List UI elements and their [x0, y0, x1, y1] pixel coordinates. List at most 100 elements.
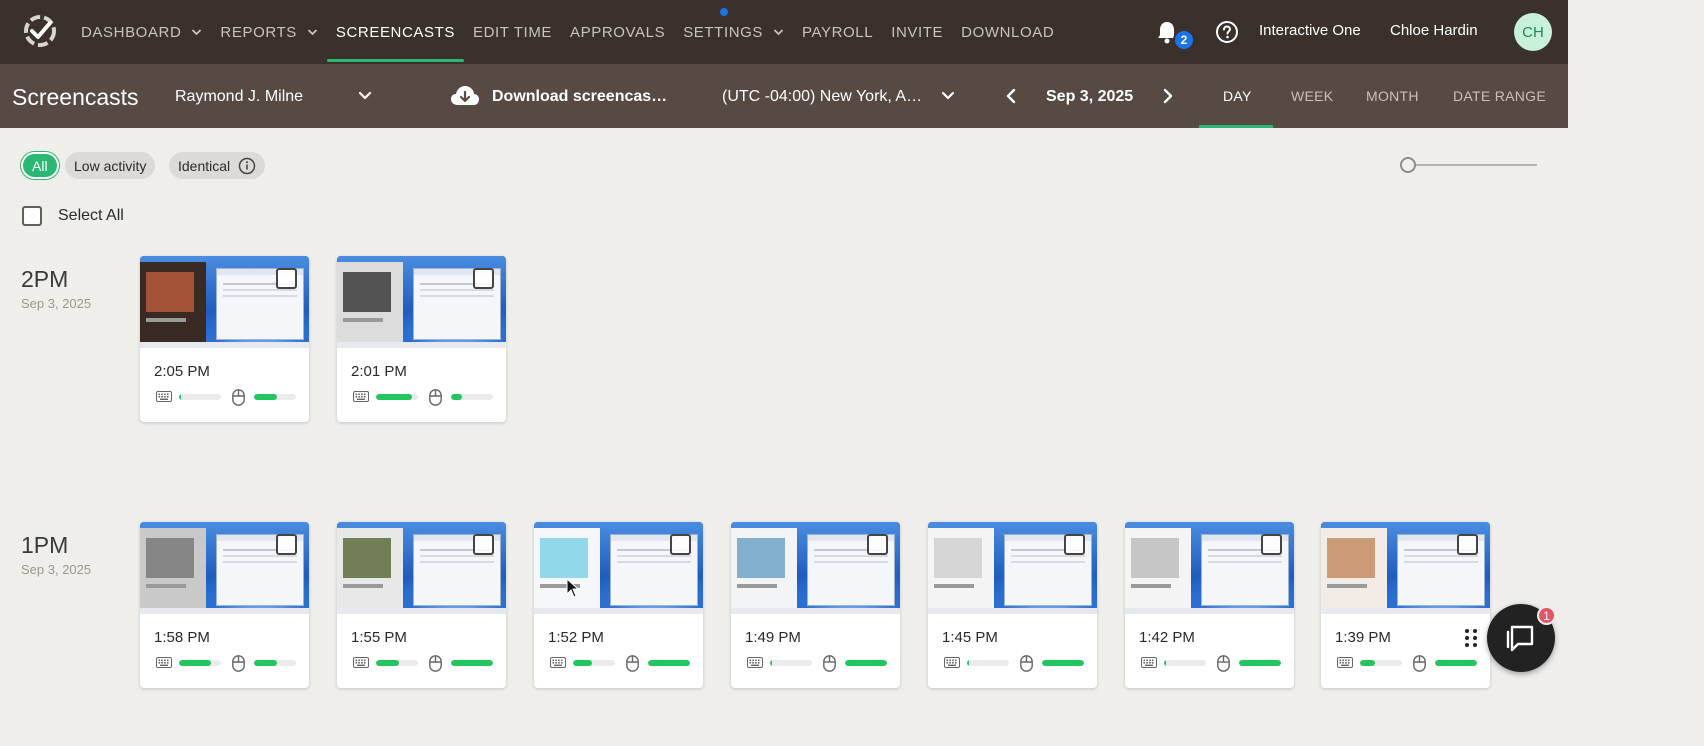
cloud-download-icon[interactable]: [450, 85, 480, 107]
keyboard-activity-bar: [1164, 660, 1206, 666]
filter-chip-identical[interactable]: Identical: [169, 152, 266, 179]
keyboard-activity-bar: [179, 394, 221, 400]
thumbnail-taskbar: [140, 342, 309, 348]
keyboard-activity-fill: [770, 660, 773, 666]
tab-week[interactable]: WEEK: [1291, 88, 1333, 104]
screencast-card[interactable]: 1:52 PM: [534, 522, 703, 688]
drag-handle-icon[interactable]: [1463, 627, 1479, 649]
thumbnail-window-left: [731, 528, 797, 608]
screencast-card[interactable]: 1:39 PM: [1321, 522, 1490, 688]
screencast-select-checkbox[interactable]: [276, 268, 297, 289]
activity-meters: [944, 655, 1084, 672]
notification-count-badge: 2: [1173, 29, 1195, 51]
info-icon[interactable]: [238, 157, 256, 175]
mouse-icon: [429, 655, 442, 672]
nav-item-download[interactable]: DOWNLOAD: [952, 0, 1063, 64]
screencast-select-checkbox[interactable]: [1261, 534, 1282, 555]
chat-unread-badge: 1: [1537, 606, 1556, 625]
keyboard-icon: [156, 391, 172, 402]
screencast-select-checkbox[interactable]: [670, 534, 691, 555]
screencast-time: 1:55 PM: [351, 629, 407, 646]
screencast-card[interactable]: 1:49 PM: [731, 522, 900, 688]
mouse-activity-bar: [1435, 660, 1477, 666]
thumbnail-size-slider-track[interactable]: [1410, 164, 1537, 166]
filter-chip-low-activity[interactable]: Low activity: [65, 152, 156, 179]
nav-item-edit-time[interactable]: EDIT TIME: [464, 0, 561, 64]
nav-item-reports[interactable]: REPORTS: [211, 0, 326, 64]
thumbnail-size-slider-handle[interactable]: [1400, 157, 1416, 173]
mouse-icon: [823, 655, 836, 672]
tab-date-range[interactable]: DATE RANGE: [1453, 88, 1546, 104]
keyboard-icon: [1141, 657, 1157, 668]
thumbnail-window-left: [337, 528, 403, 608]
nav-item-approvals[interactable]: APPROVALS: [561, 0, 674, 64]
nav-item-payroll[interactable]: PAYROLL: [793, 0, 882, 64]
top-navbar: DASHBOARD REPORTS SCREENCASTS EDIT TIME APPR…: [0, 0, 1568, 64]
thumbnail-window-left: [1321, 528, 1387, 608]
screencast-time: 1:52 PM: [548, 629, 604, 646]
mouse-activity-fill: [254, 394, 278, 400]
settings-indicator-dot: [720, 8, 729, 16]
filter-chip-all[interactable]: All: [21, 152, 59, 179]
screencast-time: 1:58 PM: [154, 629, 210, 646]
mouse-activity-fill: [1042, 660, 1084, 666]
next-day-button[interactable]: [1160, 87, 1176, 105]
screencast-select-checkbox[interactable]: [276, 534, 297, 555]
timezone-select[interactable]: (UTC -04:00) New York, A…: [722, 88, 922, 106]
help-circle-icon[interactable]: [1215, 20, 1239, 44]
page-title: Screencasts: [12, 84, 139, 110]
select-all-checkbox[interactable]: [22, 206, 42, 226]
screencast-select-checkbox[interactable]: [473, 268, 494, 289]
hour-date: Sep 3, 2025: [21, 562, 92, 577]
screencast-card[interactable]: 1:55 PM: [337, 522, 506, 688]
screencast-select-checkbox[interactable]: [867, 534, 888, 555]
user-name[interactable]: Chloe Hardin: [1390, 22, 1478, 39]
nav-item-invite[interactable]: INVITE: [882, 0, 952, 64]
screencast-card[interactable]: 1:45 PM: [928, 522, 1097, 688]
screencast-card[interactable]: 2:01 PM: [337, 256, 506, 422]
screencast-select-checkbox[interactable]: [1457, 534, 1478, 555]
nav-item-label: EDIT TIME: [473, 23, 553, 41]
tab-day[interactable]: DAY: [1223, 88, 1252, 104]
chevron-down-icon: [773, 29, 784, 36]
screencast-select-checkbox[interactable]: [1064, 534, 1085, 555]
filter-chip-identical-label: Identical: [178, 157, 231, 174]
nav-item-screencasts[interactable]: SCREENCASTS: [326, 0, 465, 64]
tab-month[interactable]: MONTH: [1366, 88, 1419, 104]
mouse-activity-bar: [845, 660, 887, 666]
thumbnail-taskbar: [140, 608, 309, 614]
nav-item-label: SETTINGS: [683, 23, 764, 41]
activity-meters: [1337, 655, 1477, 672]
download-screencasts-button[interactable]: Download screencas…: [492, 88, 672, 106]
screencast-time: 1:42 PM: [1139, 629, 1195, 646]
organization-switcher[interactable]: Interactive One: [1259, 22, 1361, 39]
thumbnail-window-left: [928, 528, 994, 608]
screencast-time: 1:49 PM: [745, 629, 801, 646]
previous-day-button[interactable]: [1003, 87, 1019, 105]
keyboard-icon: [353, 391, 369, 402]
screencast-select-checkbox[interactable]: [473, 534, 494, 555]
mouse-icon: [232, 655, 245, 672]
chevron-down-icon[interactable]: [357, 88, 373, 104]
keyboard-activity-bar: [967, 660, 1009, 666]
keyboard-activity-fill: [967, 660, 970, 666]
nav-item-settings[interactable]: SETTINGS: [674, 0, 793, 64]
mouse-activity-bar: [648, 660, 690, 666]
member-select[interactable]: Raymond J. Milne: [175, 88, 303, 106]
main-nav: DASHBOARD REPORTS SCREENCASTS EDIT TIME APPR…: [72, 0, 1063, 64]
chevron-down-icon[interactable]: [940, 88, 956, 104]
app-logo-icon[interactable]: [22, 13, 58, 49]
keyboard-activity-fill: [573, 660, 592, 666]
thumbnail-taskbar: [337, 608, 506, 614]
keyboard-icon: [1337, 657, 1353, 668]
mouse-icon: [1217, 655, 1230, 672]
keyboard-icon: [747, 657, 763, 668]
mouse-icon: [429, 389, 442, 406]
avatar[interactable]: CH: [1514, 13, 1552, 51]
activity-meters: [156, 655, 296, 672]
nav-item-dashboard[interactable]: DASHBOARD: [72, 0, 211, 64]
screencast-card[interactable]: 2:05 PM: [140, 256, 309, 422]
selected-date[interactable]: Sep 3, 2025: [1046, 88, 1133, 106]
screencast-card[interactable]: 1:58 PM: [140, 522, 309, 688]
screencast-card[interactable]: 1:42 PM: [1125, 522, 1294, 688]
